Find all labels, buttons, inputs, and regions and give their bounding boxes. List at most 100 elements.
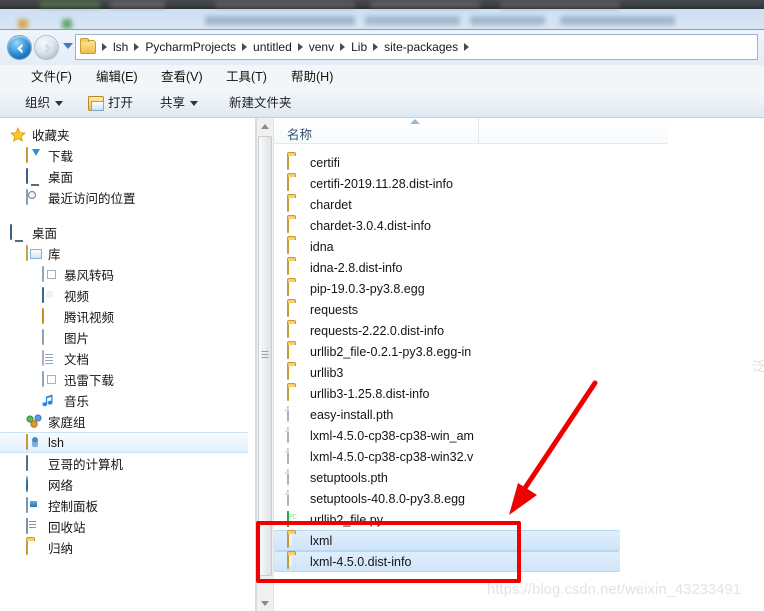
sidebar-item-12[interactable]: 迅雷下载 [0,369,240,390]
sidebar-item-16[interactable]: 豆哥的计算机 [0,453,240,474]
file-list-item[interactable]: easy-install.pth [274,404,669,425]
file-list-item[interactable]: requests [274,299,669,320]
transcode-icon [42,370,59,388]
sidebar-item-10[interactable]: 图片 [0,327,240,348]
network-icon [26,475,43,493]
file-name-label: setuptools-40.8.0-py3.8.egg [310,491,465,506]
back-button[interactable] [7,35,32,60]
sidebar-item-7[interactable]: 暴风转码 [0,264,240,285]
sidebar-item-5[interactable]: 桌面 [0,222,240,243]
file-list-item[interactable]: idna [274,236,669,257]
downloads-folder-icon [26,146,43,164]
menu-help[interactable]: 帮助(H) [287,68,337,86]
sidebar-item-2[interactable]: 桌面 [0,166,240,187]
column-header-name[interactable]: 名称 [287,124,312,143]
file-name-label: certifi [310,155,340,170]
open-label: 打开 [108,96,134,110]
share-button[interactable]: 共享 [157,93,201,114]
breadcrumb-separator-icon [340,43,346,51]
generic-file-icon [287,447,304,465]
sidebar-item-0[interactable]: 收藏夹 [0,124,240,145]
sidebar-item-20[interactable]: 归纳 [0,537,240,558]
sidebar-item-13[interactable]: 音乐 [0,390,240,411]
sidebar-item-15[interactable]: lsh [0,432,248,453]
sidebar-item-label: 图片 [64,332,90,346]
file-list-item[interactable]: chardet [274,194,669,215]
breadcrumb-5[interactable]: site-packages [382,40,460,54]
file-list-pane[interactable]: 名称 certifi certifi-2019.11.28.dist-info ch… [273,118,669,611]
menu-view[interactable]: 查看(V) [157,68,207,86]
sidebar-item-17[interactable]: 网络 [0,474,240,495]
blurred-browser-bookmarks-bar [0,0,764,29]
breadcrumb-bar[interactable]: lsh PycharmProjects untitled venv Lib si… [75,34,758,60]
sidebar-item-3[interactable]: 最近访问的位置 [0,187,240,208]
file-list-item[interactable]: urllib3 [274,362,669,383]
file-list-item[interactable]: lxml-4.5.0-cp38-cp38-win32.v [274,446,669,467]
sidebar-item-label: 控制面板 [48,500,99,514]
sidebar-item-label: 下载 [48,150,74,164]
file-list-item[interactable]: setuptools-40.8.0-py3.8.egg [274,488,669,509]
forward-button[interactable] [34,35,59,60]
new-folder-button[interactable]: 新建文件夹 [226,93,295,114]
organize-label: 组织 [25,96,51,110]
chevron-down-icon [190,101,199,106]
breadcrumb-0[interactable]: lsh [111,40,130,54]
navigation-pane-scrollbar[interactable] [256,118,273,611]
sidebar-item-1[interactable]: 下载 [0,145,240,166]
recycle-bin-icon [26,517,43,535]
desktop-icon [10,223,27,241]
sidebar-item-8[interactable]: 视频 [0,285,240,306]
breadcrumb-1[interactable]: PycharmProjects [143,40,238,54]
sidebar-item-11[interactable]: 文档 [0,348,240,369]
transcode-icon [42,265,59,283]
sidebar-item-9[interactable]: 腾讯视频 [0,306,240,327]
file-list-item[interactable]: certifi [274,152,669,173]
organize-button[interactable]: 组织 [22,93,66,114]
folder-icon [287,321,304,339]
sidebar-item-19[interactable]: 回收站 [0,516,240,537]
file-list-item[interactable]: chardet-3.0.4.dist-info [274,215,669,236]
sidebar-item-label: 库 [48,248,61,262]
open-folder-icon [88,96,104,111]
sidebar-item-label: 暴风转码 [64,269,115,283]
open-button[interactable]: 打开 [85,93,136,114]
scrollbar-thumb[interactable] [258,136,272,576]
file-name-label: idna [310,239,334,254]
tencent-video-icon [42,307,59,325]
file-list-item[interactable]: certifi-2019.11.28.dist-info [274,173,669,194]
file-list-item[interactable]: pip-19.0.3-py3.8.egg [274,278,669,299]
scroll-up-button[interactable] [257,118,273,135]
sidebar-item-18[interactable]: 控制面板 [0,495,240,516]
breadcrumb-3[interactable]: venv [307,40,336,54]
breadcrumb-2[interactable]: untitled [251,40,294,54]
scroll-down-button[interactable] [257,595,273,611]
navigation-pane[interactable]: 收藏夹 下载 桌面 最近访问的位置 桌面库暴风转码 视频 腾讯视频 图片 文档 迅雷下载 音乐 家庭组… [0,118,256,611]
file-name-label: lxml-4.5.0.dist-info [310,554,412,569]
generic-file-icon [287,468,304,486]
menu-file[interactable]: 文件(F) [27,68,76,86]
menu-edit[interactable]: 编辑(E) [92,68,142,86]
file-list-item[interactable]: requests-2.22.0.dist-info [274,320,669,341]
sidebar-item-14[interactable]: 家庭组 [0,411,240,432]
user-folder-icon [26,433,43,451]
stray-background-glyph: 泛 [752,359,764,374]
column-divider[interactable] [478,118,479,144]
sidebar-item-6[interactable]: 库 [0,243,240,264]
folder-icon [80,38,96,54]
file-list-item[interactable]: setuptools.pth [274,467,669,488]
file-list-item[interactable]: urllib2_file-0.2.1-py3.8.egg-in [274,341,669,362]
file-list-item[interactable]: lxml-4.5.0.dist-info [274,551,620,572]
file-list-item[interactable]: PC urllib2_file.py [274,509,669,530]
breadcrumb-separator-icon [464,43,470,51]
menu-tools[interactable]: 工具(T) [222,68,271,86]
breadcrumb-4[interactable]: Lib [349,40,369,54]
pictures-icon [42,328,59,346]
file-name-label: urllib3-1.25.8.dist-info [310,386,430,401]
file-list-item[interactable]: idna-2.8.dist-info [274,257,669,278]
windows-explorer-window: lsh PycharmProjects untitled venv Lib si… [0,29,764,611]
file-list-item[interactable]: lxml-4.5.0-cp38-cp38-win_am [274,425,669,446]
history-dropdown-icon[interactable] [63,43,73,49]
file-list-item[interactable]: urllib3-1.25.8.dist-info [274,383,669,404]
file-list-item[interactable]: lxml [274,530,620,551]
folder-icon [287,300,304,318]
